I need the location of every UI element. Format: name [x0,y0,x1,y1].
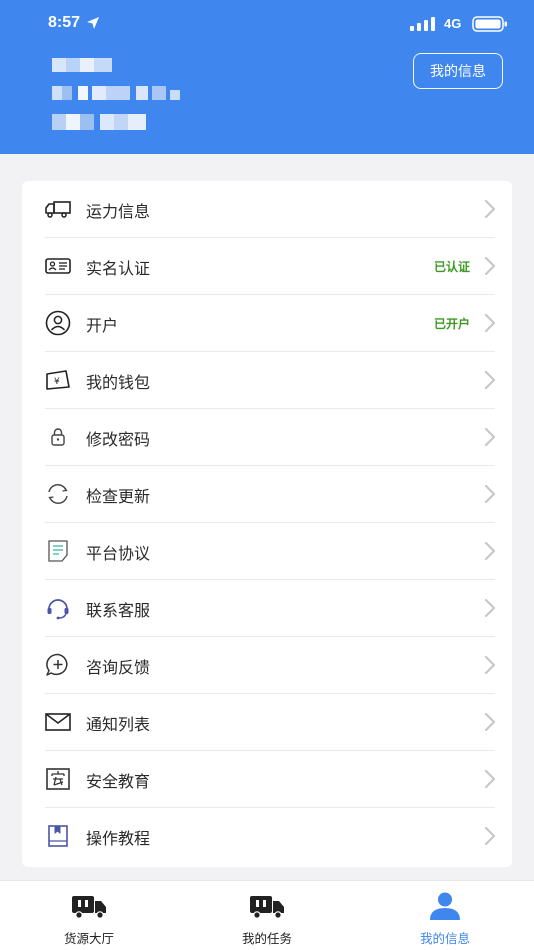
menu-item-label: 运力信息 [86,202,151,221]
task-truck-icon [250,896,284,919]
menu-item-consult-feedback[interactable]: 咨询反馈 [22,637,512,694]
menu-item-status: 已开户 [433,317,470,331]
tab-cargo-hall[interactable]: 货源大厅 [0,881,178,950]
book-icon [48,825,68,847]
network-label: 4G [444,16,462,31]
cargo-truck-icon [72,896,106,919]
user-circle-icon [45,310,71,336]
chevron-right-icon [484,826,496,846]
tab-my-tasks[interactable]: 我的任务 [178,881,356,950]
menu-item-label: 修改密码 [86,430,151,449]
document-icon [48,540,68,562]
menu-item-platform-agreement[interactable]: 平台协议 [22,523,512,580]
menu-item-label: 通知列表 [86,715,151,734]
menu-item-capacity-info[interactable]: 运力信息 [22,181,512,238]
chevron-right-icon [484,313,496,333]
menu-item-label: 平台协议 [86,544,151,563]
refresh-icon [48,484,68,504]
tab-label: 我的任务 [241,931,292,946]
chevron-right-icon [484,769,496,789]
menu-item-change-password[interactable]: 修改密码 [22,409,512,466]
bottom-tab-bar: 货源大厅 我的任务 我的信息 [0,880,534,950]
menu-item-operation-tutorial[interactable]: 操作教程 [22,808,512,865]
profile-header: 8:57 4G 我的信息 [0,0,534,154]
feedback-plus-icon [46,653,68,676]
menu-item-real-name-auth[interactable]: 实名认证 已认证 [22,238,512,295]
menu-item-label: 我的钱包 [86,373,151,392]
lock-icon [51,428,65,446]
location-arrow-icon [87,17,99,29]
person-icon [430,892,460,920]
status-bar: 8:57 4G [0,0,534,48]
menu-item-notification-list[interactable]: 通知列表 [22,694,512,751]
tab-my-info[interactable]: 我的信息 [356,881,534,950]
chevron-right-icon [484,598,496,618]
signal-bars-icon [410,17,435,31]
truck-icon [45,201,71,218]
menu-item-check-update[interactable]: 检查更新 [22,466,512,523]
tab-label: 我的信息 [419,931,470,946]
menu-item-my-wallet[interactable]: ¥ 我的钱包 [22,352,512,409]
menu-item-label: 操作教程 [86,829,151,848]
chevron-right-icon [484,370,496,390]
menu-item-label: 安全教育 [86,772,151,791]
mail-icon [45,713,71,731]
id-card-icon [45,258,71,274]
tab-label: 货源大厅 [63,931,114,946]
wallet-icon: ¥ [46,370,70,390]
chevron-right-icon [484,199,496,219]
menu-list: 运力信息 实名认证 已认证 开户 已开户 ¥ 我的钱包 修改密码 检查更新 平台… [22,181,512,867]
menu-item-label: 咨询反馈 [86,658,151,677]
menu-item-contact-service[interactable]: 联系客服 [22,580,512,637]
menu-item-label: 开户 [86,316,119,335]
battery-icon [472,16,507,32]
menu-item-status: 已认证 [433,260,470,274]
menu-item-label: 联系客服 [86,601,151,620]
menu-item-open-account[interactable]: 开户 已开户 [22,295,512,352]
menu-item-label: 实名认证 [86,259,151,278]
chevron-right-icon [484,655,496,675]
chevron-right-icon [484,427,496,447]
status-time: 8:57 [48,14,81,31]
chevron-right-icon [484,484,496,504]
chevron-right-icon [484,256,496,276]
safety-icon [46,768,70,790]
chevron-right-icon [484,541,496,561]
redacted-profile-info [52,58,180,130]
my-info-button[interactable]: 我的信息 [413,53,503,89]
menu-item-safety-education[interactable]: 安全教育 [22,751,512,808]
chevron-right-icon [484,712,496,732]
menu-item-label: 检查更新 [86,487,151,506]
svg-text:¥: ¥ [54,377,60,387]
headset-icon [47,599,69,620]
